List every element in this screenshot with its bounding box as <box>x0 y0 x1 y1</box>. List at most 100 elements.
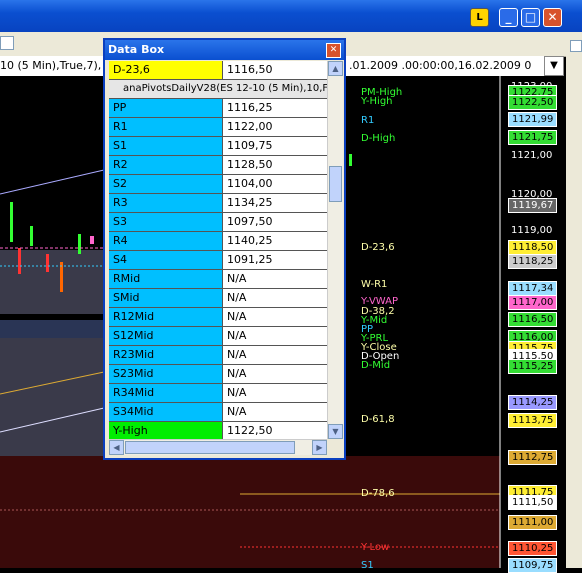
indicator-header: anaPivotsDailyV28(ES 12-10 (5 Min),10,Fl… <box>109 80 327 98</box>
data-box-row: S12Mid N/A <box>109 327 327 346</box>
row-value: 1134,25 <box>223 194 327 212</box>
data-box-row: R1 1122,00 <box>109 118 327 137</box>
price-label: 1119,67 <box>508 198 558 213</box>
data-box-grid: D-23,6 1116,50 anaPivotsDailyV28(ES 12-1… <box>109 61 327 441</box>
price-label: 1112,75 <box>508 450 558 465</box>
level-label: D-78,6 <box>361 488 395 499</box>
row-value: N/A <box>223 365 327 383</box>
row-value: 1097,50 <box>223 213 327 231</box>
chart-header-left: 10 (5 Min),True,7), a <box>0 56 104 76</box>
row-name: RMid <box>109 270 223 288</box>
row-value: N/A <box>223 403 327 421</box>
data-box-top-row: D-23,6 1116,50 <box>109 61 327 80</box>
price-label: 1121,75 <box>508 130 558 145</box>
price-label: 1121,99 <box>508 112 558 127</box>
row-value: N/A <box>223 384 327 402</box>
row-value: N/A <box>223 308 327 326</box>
row-name: S3 <box>109 213 223 231</box>
price-label: 1121,00 <box>511 150 553 161</box>
level-label: Y-High <box>361 96 393 107</box>
row-name: R23Mid <box>109 346 223 364</box>
data-box-row: R3 1134,25 <box>109 194 327 213</box>
level-label: Y-Low <box>361 542 390 553</box>
row-value: 1116,25 <box>223 99 327 117</box>
scroll-thumb-horizontal[interactable] <box>125 441 295 454</box>
row-name: S2 <box>109 175 223 193</box>
price-label: 1111,00 <box>508 515 558 530</box>
price-label: 1115,25 <box>508 359 558 374</box>
row-value: 1122,50 <box>223 422 327 440</box>
row-value: N/A <box>223 346 327 364</box>
horizontal-scrollbar[interactable]: ◀ ▶ <box>109 439 327 455</box>
scroll-left-button[interactable]: ◀ <box>109 440 124 455</box>
scroll-right-button[interactable]: ▶ <box>312 440 327 455</box>
row-name: D-23,6 <box>109 61 223 79</box>
price-label: 1117,00 <box>508 295 558 310</box>
level-label: D-61,8 <box>361 414 395 425</box>
row-value: 1140,25 <box>223 232 327 250</box>
price-label: 1113,75 <box>508 413 558 428</box>
price-label: 1117,34 <box>508 281 558 296</box>
data-box-row: R4 1140,25 <box>109 232 327 251</box>
data-box-close-button[interactable]: ✕ <box>326 43 341 58</box>
row-value: 1128,50 <box>223 156 327 174</box>
close-button[interactable]: ✕ <box>543 8 562 27</box>
row-name: S1 <box>109 137 223 155</box>
chart-window-icon[interactable] <box>0 36 14 50</box>
data-box-row: PP 1116,25 <box>109 99 327 118</box>
row-name: PP <box>109 99 223 117</box>
row-name: R34Mid <box>109 384 223 402</box>
chart-header-right: .01.2009 .00:00:00,16.02.2009 0 <box>346 56 547 76</box>
restore-icon[interactable] <box>570 40 582 52</box>
row-name: SMid <box>109 289 223 307</box>
data-box-row: S3 1097,50 <box>109 213 327 232</box>
scroll-down-button[interactable]: ▼ <box>328 424 343 439</box>
level-label: D-Mid <box>361 360 391 371</box>
maximize-button[interactable]: □ <box>521 8 540 27</box>
price-label: 1110,25 <box>508 541 558 556</box>
license-badge[interactable]: L <box>470 8 489 27</box>
price-label: 1116,50 <box>508 312 558 327</box>
row-name: R4 <box>109 232 223 250</box>
row-name: S4 <box>109 251 223 269</box>
row-name: S34Mid <box>109 403 223 421</box>
row-name: R12Mid <box>109 308 223 326</box>
vertical-scrollbar[interactable]: ▲ ▼ <box>327 61 343 439</box>
scroll-up-button[interactable]: ▲ <box>328 61 343 76</box>
data-box-row: R34Mid N/A <box>109 384 327 403</box>
row-value: 1116,50 <box>223 61 327 79</box>
price-label: 1118,25 <box>508 254 558 269</box>
data-box-row: S1 1109,75 <box>109 137 327 156</box>
row-value: 1104,00 <box>223 175 327 193</box>
scroll-thumb[interactable] <box>329 166 342 202</box>
level-label: R1 <box>361 115 375 126</box>
data-box-row: S2 1104,00 <box>109 175 327 194</box>
price-label: 1109,75 <box>508 558 558 573</box>
indicator-header-row: anaPivotsDailyV28(ES 12-10 (5 Min),10,Fl… <box>109 80 327 99</box>
row-name: Y-High <box>109 422 223 440</box>
row-value: 1109,75 <box>223 137 327 155</box>
price-label: 1111,50 <box>508 495 558 510</box>
price-label: 1119,00 <box>511 225 553 236</box>
right-side-strip <box>566 32 582 568</box>
minimize-button[interactable]: _ <box>499 8 518 27</box>
row-value: 1091,25 <box>223 251 327 269</box>
data-box-window[interactable]: Data Box ✕ D-23,6 1116,50 anaPivotsDaily… <box>103 38 346 460</box>
row-name: S12Mid <box>109 327 223 345</box>
level-label: W-R1 <box>361 279 388 290</box>
data-box-row: S4 1091,25 <box>109 251 327 270</box>
data-box-row: R23Mid N/A <box>109 346 327 365</box>
row-value: 1122,00 <box>223 118 327 136</box>
data-box-row: R12Mid N/A <box>109 308 327 327</box>
row-name: R2 <box>109 156 223 174</box>
row-name: R3 <box>109 194 223 212</box>
data-box-row: S23Mid N/A <box>109 365 327 384</box>
chart-dropdown-button[interactable]: ▼ <box>544 56 564 76</box>
data-box-row: RMid N/A <box>109 270 327 289</box>
level-label: S1 <box>361 560 374 571</box>
data-box-row: R2 1128,50 <box>109 156 327 175</box>
row-value: N/A <box>223 270 327 288</box>
data-box-title[interactable]: Data Box <box>105 40 344 60</box>
row-value: N/A <box>223 289 327 307</box>
window-title-bar: L _ □ ✕ <box>0 0 582 32</box>
